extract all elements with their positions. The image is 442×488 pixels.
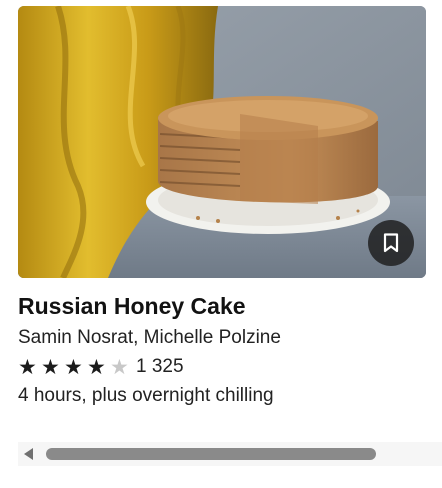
cake-photo	[18, 6, 426, 278]
recipe-image[interactable]	[18, 6, 426, 278]
recipe-authors: Samin Nosrat, Michelle Polzine	[18, 327, 281, 348]
recipe-title[interactable]: Russian Honey Cake	[18, 292, 426, 320]
scroll-left-arrow-icon[interactable]	[24, 448, 33, 460]
star-icon-1: ★	[18, 355, 37, 379]
recipe-time: 4 hours, plus overnight chilling	[18, 385, 274, 406]
scroll-thumb[interactable]	[46, 448, 376, 460]
recipe-card[interactable]: Russian Honey Cake Samin Nosrat, Michell…	[18, 6, 426, 408]
star-icon-5: ★	[110, 355, 129, 379]
recipe-rating: ★ ★ ★ ★ ★ 1 325	[18, 356, 426, 378]
star-icon-2: ★	[41, 355, 60, 379]
bookmark-icon	[383, 233, 399, 253]
rating-count: 1 325	[136, 356, 184, 377]
star-icon-4: ★	[87, 355, 106, 379]
star-icon-3: ★	[64, 355, 83, 379]
horizontal-scrollbar[interactable]	[18, 442, 442, 466]
save-recipe-button[interactable]	[368, 220, 414, 266]
